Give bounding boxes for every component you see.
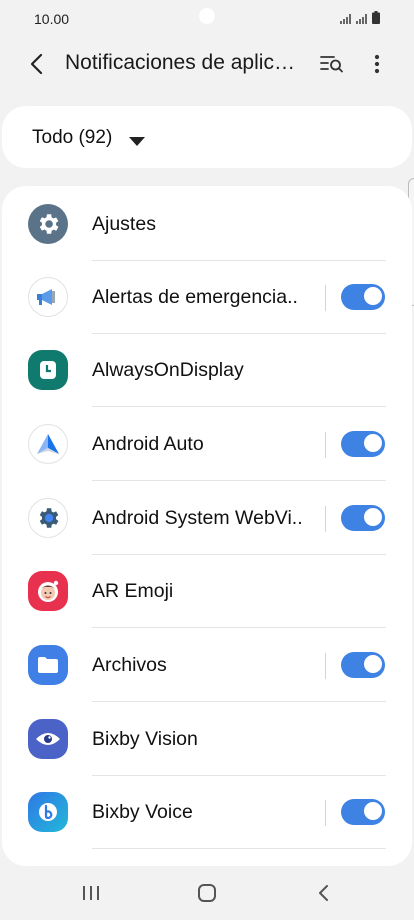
notification-toggle[interactable] bbox=[341, 799, 385, 825]
app-name: Bixby Voice bbox=[92, 801, 193, 823]
android-auto-icon bbox=[28, 424, 68, 464]
app-name: Android System WebVi.. bbox=[92, 507, 303, 529]
status-bar: 10.00 bbox=[0, 0, 414, 40]
dropdown-arrow-icon bbox=[129, 137, 145, 146]
more-options-button[interactable] bbox=[364, 50, 390, 78]
notification-toggle[interactable] bbox=[341, 431, 385, 457]
filter-dropdown[interactable]: Todo (92) bbox=[2, 106, 412, 168]
list-item[interactable]: Alertas de emergencia.. bbox=[2, 261, 412, 334]
list-item[interactable]: Bixby Voice bbox=[2, 776, 412, 849]
list-item[interactable]: AR Emoji bbox=[2, 555, 412, 628]
toggle-knob bbox=[363, 801, 383, 821]
settings-icon bbox=[28, 204, 68, 244]
toggle-knob bbox=[363, 654, 383, 674]
back-button[interactable] bbox=[22, 50, 50, 78]
battery-icon bbox=[372, 11, 380, 24]
toggle-knob bbox=[363, 433, 383, 453]
app-name: Android Auto bbox=[92, 433, 204, 455]
bixby-icon bbox=[28, 792, 68, 832]
divider bbox=[92, 848, 386, 849]
back-nav-button[interactable] bbox=[303, 878, 343, 908]
separator bbox=[325, 800, 326, 826]
list-item[interactable]: Android System WebVi.. bbox=[2, 482, 412, 555]
status-icons bbox=[340, 11, 380, 24]
toggle-knob bbox=[363, 507, 383, 527]
divider bbox=[92, 701, 386, 702]
toggle-knob bbox=[363, 286, 383, 306]
list-item[interactable]: Bixby Vision bbox=[2, 703, 412, 776]
separator bbox=[325, 285, 326, 311]
folder-icon bbox=[28, 645, 68, 685]
app-name: AR Emoji bbox=[92, 580, 174, 602]
signal-icon bbox=[356, 14, 367, 24]
eye-icon bbox=[28, 719, 68, 759]
webview-icon bbox=[28, 498, 68, 538]
clock-icon bbox=[28, 350, 68, 390]
app-bar: Notificaciones de aplicaciones bbox=[0, 40, 414, 88]
app-name: Archivos bbox=[92, 654, 167, 676]
notification-toggle[interactable] bbox=[341, 284, 385, 310]
navigation-bar bbox=[0, 866, 414, 920]
list-item[interactable]: Archivos bbox=[2, 629, 412, 702]
home-icon bbox=[198, 884, 216, 902]
list-item[interactable]: AlwaysOnDisplay bbox=[2, 334, 412, 407]
list-item[interactable]: Android Auto bbox=[2, 408, 412, 481]
signal-icon bbox=[340, 14, 351, 24]
camera-cutout bbox=[199, 8, 215, 24]
app-name: AlwaysOnDisplay bbox=[92, 359, 244, 381]
back-arrow-icon bbox=[30, 53, 43, 75]
recents-button[interactable] bbox=[71, 878, 111, 908]
app-name: Ajustes bbox=[92, 213, 156, 235]
app-name: Bixby Vision bbox=[92, 728, 198, 750]
separator bbox=[325, 653, 326, 679]
app-list: Ajustes Alertas de emergencia.. AlwaysOn… bbox=[2, 186, 412, 866]
megaphone-icon bbox=[28, 277, 68, 317]
separator bbox=[325, 506, 326, 532]
more-vertical-icon bbox=[374, 54, 380, 74]
home-button[interactable] bbox=[187, 878, 227, 908]
search-button[interactable] bbox=[318, 50, 348, 78]
divider bbox=[92, 627, 386, 628]
divider bbox=[92, 406, 386, 407]
back-icon bbox=[319, 885, 328, 901]
app-name: Alertas de emergencia.. bbox=[92, 286, 298, 308]
divider bbox=[92, 480, 386, 481]
ar-emoji-icon bbox=[28, 571, 68, 611]
search-list-icon bbox=[320, 56, 343, 73]
separator bbox=[325, 432, 326, 458]
filter-label: Todo (92) bbox=[32, 127, 113, 148]
status-time: 10.00 bbox=[34, 11, 70, 27]
notification-toggle[interactable] bbox=[341, 652, 385, 678]
recents-icon bbox=[83, 886, 99, 900]
page-title: Notificaciones de aplicaciones bbox=[65, 51, 305, 74]
list-item[interactable]: Ajustes bbox=[2, 188, 412, 261]
notification-toggle[interactable] bbox=[341, 505, 385, 531]
